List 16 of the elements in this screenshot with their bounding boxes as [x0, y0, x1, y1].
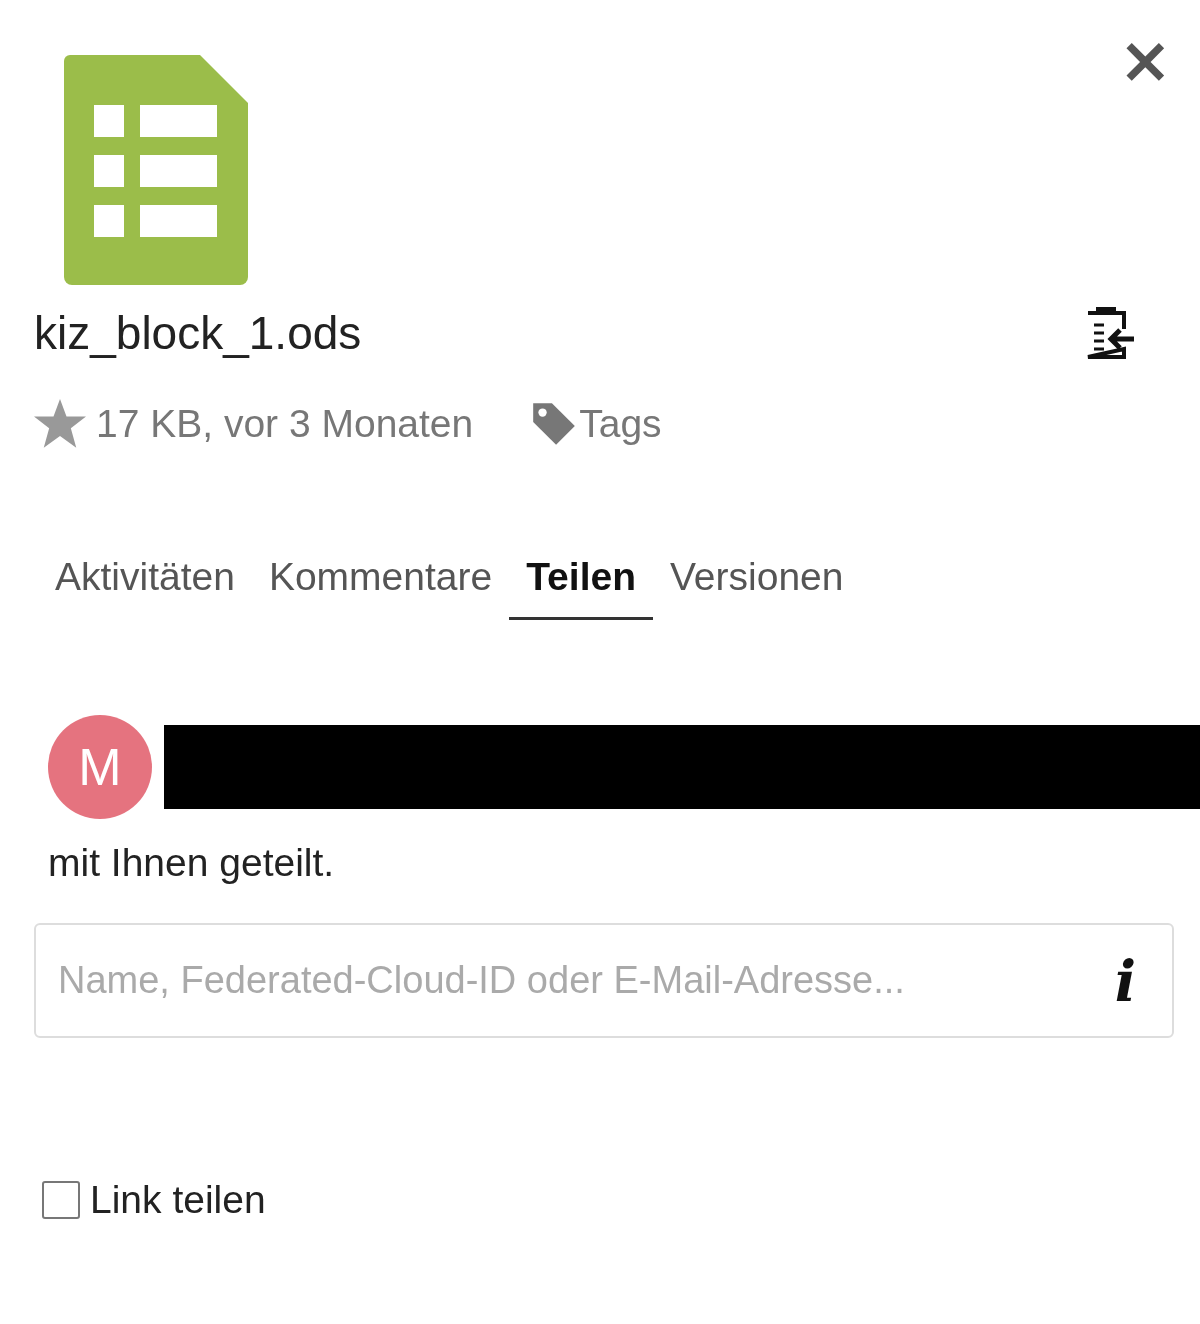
tab[interactable]: Aktivitäten — [38, 549, 252, 620]
file-meta: 17 KB, vor 3 Monaten — [96, 402, 474, 446]
tab[interactable]: Teilen — [509, 549, 653, 620]
link-share-label[interactable]: Link teilen — [90, 1178, 266, 1222]
tags-button[interactable]: Tags — [529, 399, 662, 449]
close-button[interactable]: × — [1112, 28, 1178, 92]
avatar: M — [48, 715, 152, 819]
star-icon[interactable] — [34, 399, 86, 449]
file-name: kiz_block_1.ods — [34, 306, 362, 360]
tab[interactable]: Versionen — [653, 549, 861, 620]
info-icon[interactable]: i — [1114, 947, 1136, 1014]
spreadsheet-icon — [64, 55, 248, 287]
share-search-field[interactable]: Name, Federated-Cloud-ID oder E-Mail-Adresse... i — [34, 923, 1174, 1038]
shared-text: mit Ihnen geteilt. — [48, 841, 336, 885]
tab[interactable]: Kommentare — [251, 549, 510, 620]
link-checkbox[interactable] — [42, 1181, 80, 1219]
